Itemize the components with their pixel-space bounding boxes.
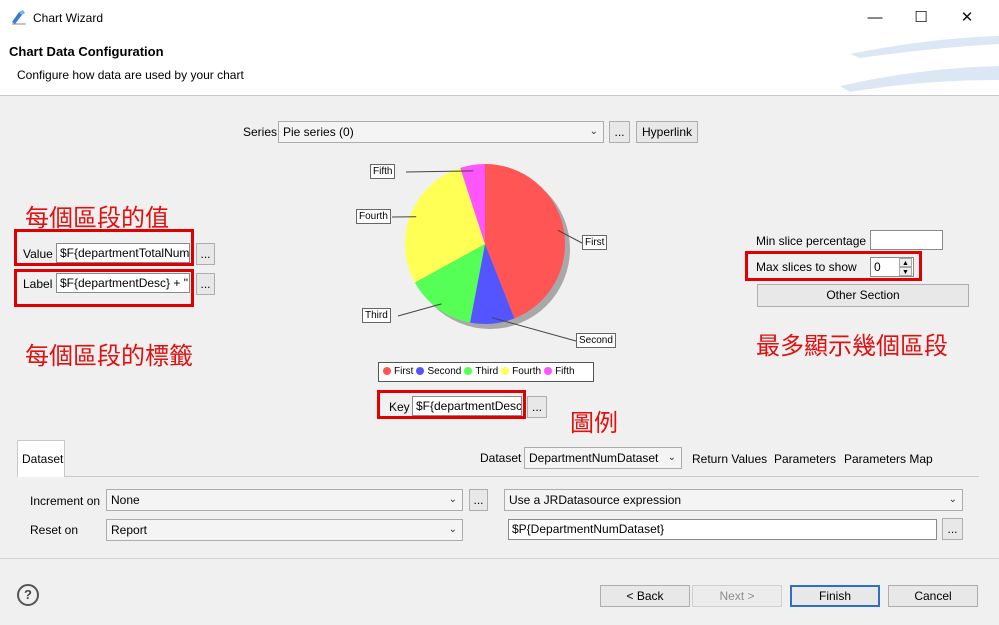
next-button[interactable]: Next > [692,585,782,607]
hyperlink-button[interactable]: Hyperlink [636,121,698,143]
chart-wizard-window: Chart Wizard — ☐ ✕ Chart Data Configurat… [0,0,999,625]
value-annotation: 每個區段的值 [25,204,169,232]
value-ellipsis-button[interactable]: ... [196,243,215,265]
datasource-expression-input[interactable]: $P{DepartmentNumDataset} [508,519,937,540]
legend-label: First [394,366,414,377]
series-label: Series [243,125,278,139]
pie-label-second: Second [576,333,616,348]
minimize-icon: — [867,9,883,26]
max-slices-spinner[interactable]: 0 ▲ ▼ [870,257,914,277]
increment-on-label: Increment on [30,494,101,508]
increment-on-value: None [111,493,140,507]
label-label: Label [23,277,53,291]
legend-item: Fifth [544,363,575,381]
chevron-down-icon: ⌄ [589,126,598,137]
datasource-type-value: Use a JRDatasource expression [509,493,682,507]
minimize-button[interactable]: — [852,0,898,36]
min-slice-label: Min slice percentage [756,234,867,248]
wizard-header: Chart Data Configuration Configure how d… [0,36,999,96]
reset-on-label: Reset on [30,523,79,537]
parameters-link[interactable]: Parameters [774,452,836,466]
value-expression-input[interactable]: $F{departmentTotalNum [56,243,190,263]
spinner-up-icon[interactable]: ▲ [899,258,912,267]
pie-label-fifth: Fifth [370,164,396,179]
return-values-link[interactable]: Return Values [692,452,767,466]
maximize-button[interactable]: ☐ [898,0,944,36]
max-slices-annotation: 最多顯示幾個區段 [756,332,948,360]
pie-leader-line [491,317,577,342]
legend-swatch [464,367,473,375]
max-slices-value: 0 [874,260,881,274]
legend-label: Second [427,366,462,377]
chart-legend: First Second Third Fourth Fifth [378,362,594,382]
back-button[interactable]: < Back [600,585,690,607]
key-ellipsis-button[interactable]: ... [527,396,547,418]
series-ellipsis-button[interactable]: ... [609,121,630,143]
label-annotation: 每個區段的標籤 [25,342,193,370]
pie-chart [391,164,583,342]
series-select[interactable]: Pie series (0) ⌄ [278,121,604,143]
pie-label-third: Third [362,308,391,323]
dataset-select-value: DepartmentNumDataset [529,451,659,465]
legend-swatch [544,367,553,375]
maximize-icon: ☐ [914,9,928,26]
tab-divider [17,476,979,477]
parameters-map-link[interactable]: Parameters Map [844,452,933,466]
window-title: Chart Wizard [33,11,104,25]
datasource-ellipsis-button[interactable]: ... [942,518,963,540]
pie-label-fourth: Fourth [356,209,391,224]
legend-swatch [416,367,425,375]
datasource-type-select[interactable]: Use a JRDatasource expression ⌄ [504,489,963,511]
close-button[interactable]: ✕ [944,0,990,36]
reset-on-value: Report [111,523,148,537]
chart-wizard-icon [10,9,28,28]
legend-annotation: 圖例 [570,409,618,437]
series-select-value: Pie series (0) [283,125,354,139]
increment-ellipsis-button[interactable]: ... [469,489,488,511]
max-slices-label: Max slices to show [756,260,857,274]
pie-leader-line [397,303,442,317]
page-description: Configure how data are used by your char… [17,68,244,82]
increment-on-select[interactable]: None ⌄ [106,489,463,511]
dataset-label: Dataset [480,451,522,465]
chevron-down-icon: ⌄ [448,494,457,505]
legend-label: Fourth [512,366,542,377]
legend-item: First [383,363,413,381]
chevron-down-icon: ⌄ [948,494,957,505]
page-title: Chart Data Configuration [9,44,164,59]
cancel-button[interactable]: Cancel [888,585,978,607]
legend-swatch [383,367,391,375]
label-ellipsis-button[interactable]: ... [196,273,215,295]
key-label: Key [389,400,410,414]
min-slice-input[interactable] [870,230,943,250]
help-icon[interactable]: ? [17,584,39,606]
legend-label: Fifth [555,366,575,377]
title-bar: Chart Wizard — ☐ ✕ [0,0,999,36]
legend-item: Second [416,363,461,381]
value-label: Value [23,247,53,261]
chevron-down-icon: ⌄ [667,452,676,463]
tab-dataset-label: Dataset [22,452,64,466]
label-expression-input[interactable]: $F{departmentDesc} + " [56,273,190,293]
chevron-down-icon: ⌄ [448,524,457,535]
dataset-select[interactable]: DepartmentNumDataset ⌄ [524,447,682,469]
pie-label-first: First [582,235,608,250]
legend-item: Third [464,363,498,381]
button-bar: ? < Back Next > Finish Cancel [0,558,999,625]
header-decoration [840,36,999,92]
other-section-button[interactable]: Other Section [757,284,969,307]
finish-button[interactable]: Finish [790,585,880,607]
spinner-down-icon[interactable]: ▼ [899,267,912,276]
close-icon: ✕ [960,9,974,26]
reset-on-select[interactable]: Report ⌄ [106,519,463,541]
legend-item: Fourth [501,363,541,381]
key-expression-input[interactable]: $F{departmentDesc [412,396,522,416]
legend-label: Third [475,366,499,377]
legend-swatch [501,367,510,375]
tab-dataset[interactable]: Dataset [17,440,65,477]
